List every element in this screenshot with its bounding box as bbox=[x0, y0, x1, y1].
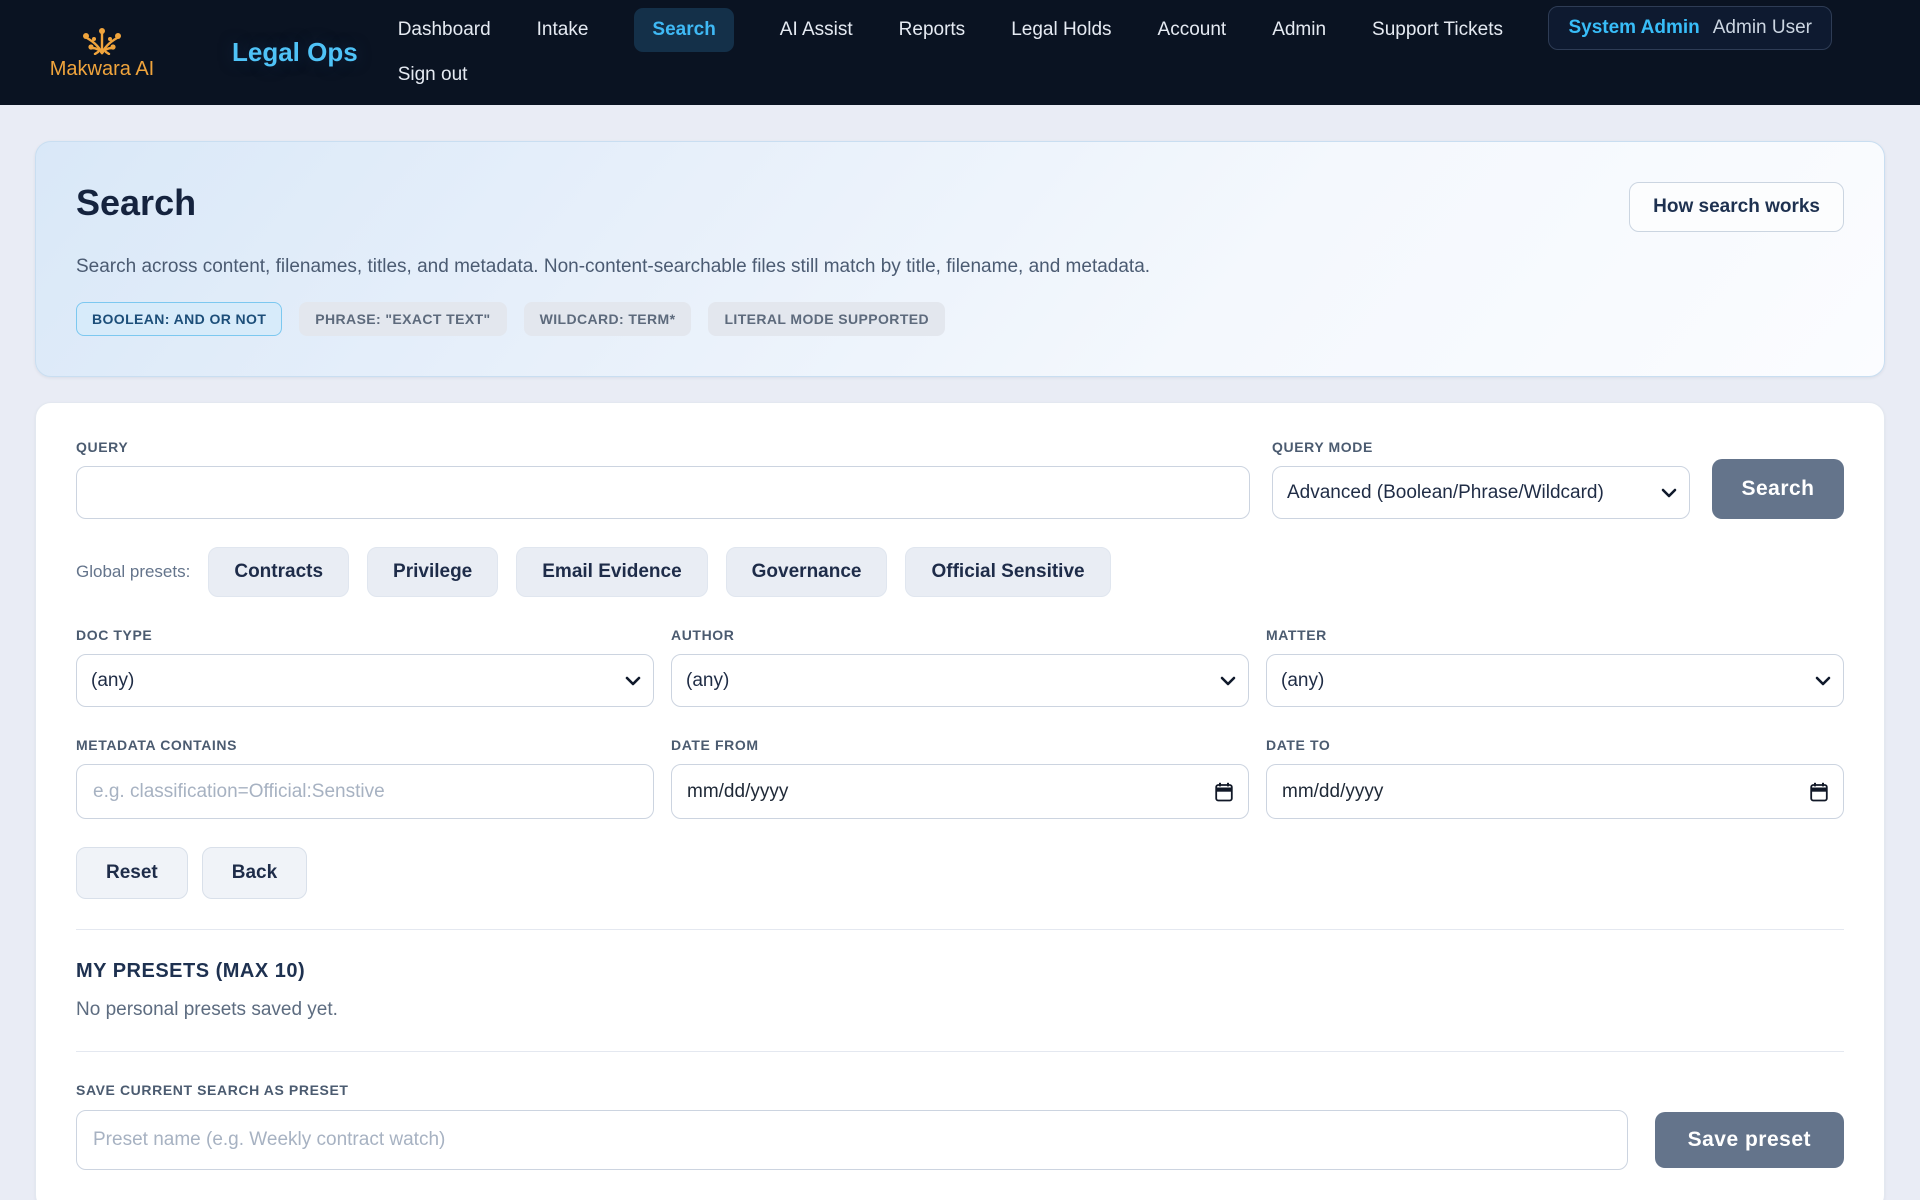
back-button[interactable]: Back bbox=[202, 847, 307, 899]
nav-item-dashboard[interactable]: Dashboard bbox=[398, 19, 491, 41]
nav-item-account[interactable]: Account bbox=[1158, 19, 1227, 41]
main-content: Search How search works Search across co… bbox=[0, 105, 1920, 1200]
global-preset-privilege[interactable]: Privilege bbox=[367, 547, 498, 597]
badge-wildcard: WILDCARD: TERM* bbox=[524, 302, 692, 336]
query-mode-group: QUERY MODE Advanced (Boolean/Phrase/Wild… bbox=[1272, 439, 1690, 519]
save-preset-button[interactable]: Save preset bbox=[1655, 1112, 1844, 1168]
doc-type-select[interactable]: (any) bbox=[76, 654, 654, 707]
nav-item-support-tickets[interactable]: Support Tickets bbox=[1372, 19, 1503, 41]
author-label: AUTHOR bbox=[671, 627, 1249, 643]
date-to-label: DATE TO bbox=[1266, 737, 1844, 753]
badge-boolean: BOOLEAN: AND OR NOT bbox=[76, 302, 282, 336]
divider bbox=[76, 929, 1844, 930]
global-preset-email-evidence[interactable]: Email Evidence bbox=[516, 547, 707, 597]
global-presets-row: Global presets: Contracts Privilege Emai… bbox=[76, 547, 1844, 597]
sign-out-link[interactable]: Sign out bbox=[398, 64, 468, 85]
badge-phrase: PHRASE: "EXACT TEXT" bbox=[299, 302, 506, 336]
date-from-label: DATE FROM bbox=[671, 737, 1249, 753]
metadata-input[interactable] bbox=[76, 764, 654, 819]
matter-label: MATTER bbox=[1266, 627, 1844, 643]
primary-nav: Dashboard Intake Search AI Assist Report… bbox=[398, 0, 1503, 60]
my-presets-heading: MY PRESETS (MAX 10) bbox=[76, 960, 1844, 983]
user-badge: System Admin Admin User bbox=[1548, 6, 1832, 50]
nav-item-ai-assist[interactable]: AI Assist bbox=[780, 19, 853, 41]
search-form-card: QUERY QUERY MODE Advanced (Boolean/Phras… bbox=[35, 402, 1885, 1200]
nav-item-reports[interactable]: Reports bbox=[899, 19, 966, 41]
search-button[interactable]: Search bbox=[1712, 459, 1844, 519]
date-from-value: mm/dd/yyyy bbox=[687, 781, 788, 803]
date-to-group: DATE TO mm/dd/yyyy bbox=[1266, 737, 1844, 819]
divider bbox=[76, 1051, 1844, 1052]
my-presets-empty-text: No personal presets saved yet. bbox=[76, 999, 1844, 1021]
search-intro-card: Search How search works Search across co… bbox=[35, 141, 1885, 377]
global-preset-official-sensitive[interactable]: Official Sensitive bbox=[905, 547, 1110, 597]
nav-links: Dashboard Intake Search AI Assist Report… bbox=[398, 0, 1503, 105]
brand-logo[interactable]: Makwara AI bbox=[36, 0, 168, 105]
global-preset-governance[interactable]: Governance bbox=[726, 547, 888, 597]
author-group: AUTHOR (any) bbox=[671, 627, 1249, 707]
brand-tree-icon bbox=[78, 25, 126, 55]
query-mode-select[interactable]: Advanced (Boolean/Phrase/Wildcard) bbox=[1272, 466, 1690, 519]
badge-literal-mode: LITERAL MODE SUPPORTED bbox=[708, 302, 945, 336]
user-role: System Admin bbox=[1568, 17, 1699, 39]
reset-button[interactable]: Reset bbox=[76, 847, 188, 899]
nav-item-admin[interactable]: Admin bbox=[1272, 19, 1326, 41]
save-preset-label: SAVE CURRENT SEARCH AS PRESET bbox=[76, 1082, 1844, 1098]
date-to-input[interactable]: mm/dd/yyyy bbox=[1266, 764, 1844, 819]
syntax-badges: BOOLEAN: AND OR NOT PHRASE: "EXACT TEXT"… bbox=[76, 302, 1844, 336]
how-search-works-button[interactable]: How search works bbox=[1629, 182, 1844, 232]
user-name: Admin User bbox=[1713, 17, 1812, 39]
matter-select[interactable]: (any) bbox=[1266, 654, 1844, 707]
author-select[interactable]: (any) bbox=[671, 654, 1249, 707]
metadata-label: METADATA CONTAINS bbox=[76, 737, 654, 753]
nav-item-intake[interactable]: Intake bbox=[537, 19, 589, 41]
preset-name-input[interactable] bbox=[76, 1110, 1628, 1170]
search-description: Search across content, filenames, titles… bbox=[76, 256, 1844, 278]
doc-type-group: DOC TYPE (any) bbox=[76, 627, 654, 707]
nav-item-legal-holds[interactable]: Legal Holds bbox=[1011, 19, 1111, 41]
app-name: Legal Ops bbox=[232, 37, 358, 68]
save-preset-row: Save preset bbox=[76, 1110, 1844, 1170]
doc-type-label: DOC TYPE bbox=[76, 627, 654, 643]
calendar-icon[interactable] bbox=[1810, 782, 1828, 802]
metadata-group: METADATA CONTAINS bbox=[76, 737, 654, 819]
query-field-group: QUERY bbox=[76, 439, 1250, 519]
global-presets-label: Global presets: bbox=[76, 562, 190, 582]
date-from-group: DATE FROM mm/dd/yyyy bbox=[671, 737, 1249, 819]
brand-name: Makwara AI bbox=[50, 58, 154, 81]
query-input[interactable] bbox=[76, 466, 1250, 519]
top-navigation-bar: Makwara AI Legal Ops Dashboard Intake Se… bbox=[0, 0, 1920, 105]
date-from-input[interactable]: mm/dd/yyyy bbox=[671, 764, 1249, 819]
global-preset-contracts[interactable]: Contracts bbox=[208, 547, 349, 597]
query-label: QUERY bbox=[76, 439, 1250, 455]
form-actions: Reset Back bbox=[76, 847, 1844, 899]
nav-item-search[interactable]: Search bbox=[634, 8, 733, 52]
page-title: Search bbox=[76, 182, 196, 224]
query-mode-label: QUERY MODE bbox=[1272, 439, 1690, 455]
calendar-icon[interactable] bbox=[1215, 782, 1233, 802]
matter-group: MATTER (any) bbox=[1266, 627, 1844, 707]
date-to-value: mm/dd/yyyy bbox=[1282, 781, 1383, 803]
